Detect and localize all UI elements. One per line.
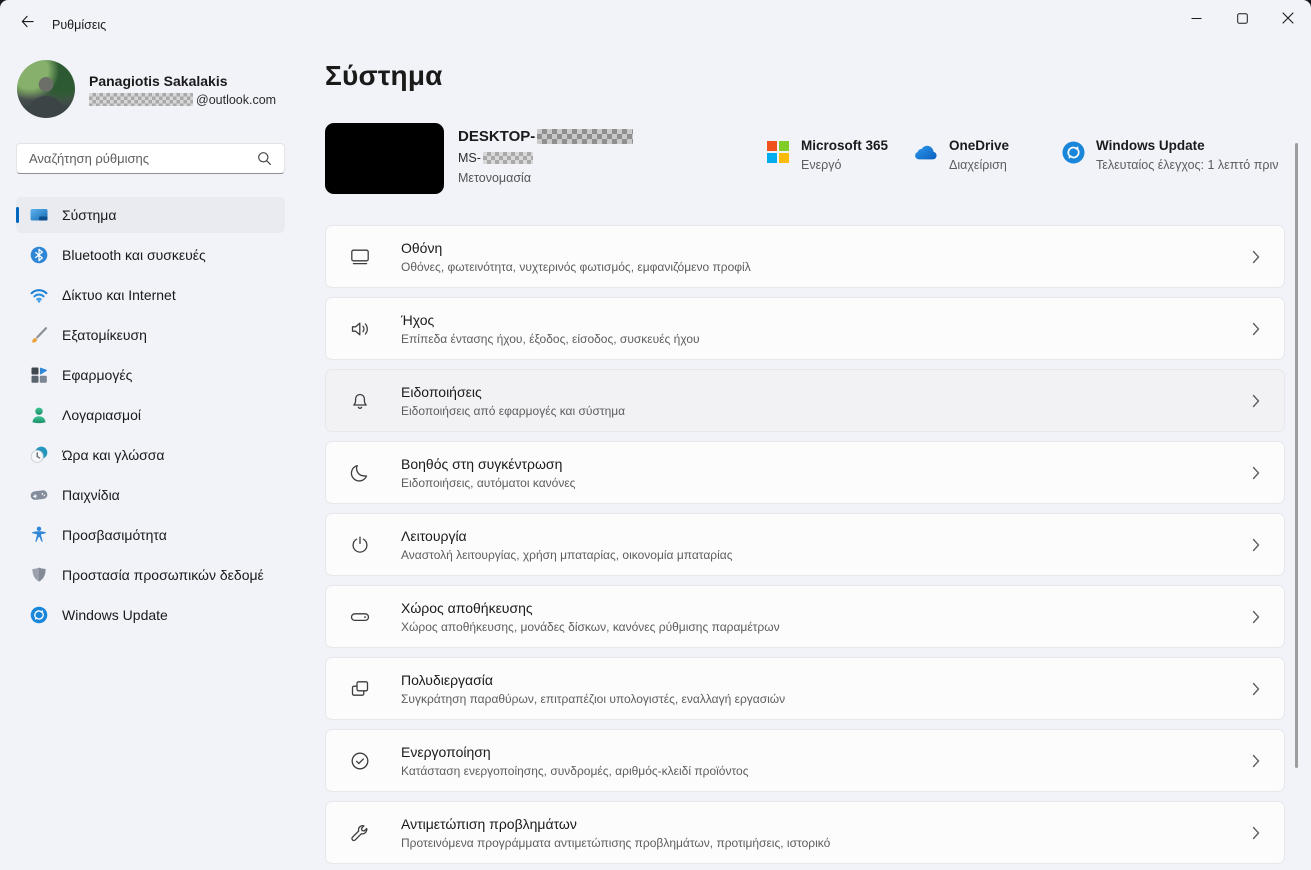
chevron-right-icon bbox=[1252, 322, 1260, 336]
wrench-icon bbox=[347, 820, 373, 846]
main-content: Σύστημα DESKTOP- MS- Μετονομασία Microso… bbox=[325, 48, 1311, 870]
minimize-icon bbox=[1191, 11, 1202, 29]
profile-name: Panagiotis Sakalakis bbox=[89, 72, 228, 89]
chevron-right-icon bbox=[1252, 538, 1260, 552]
accessibility-icon bbox=[29, 525, 49, 545]
card-troubleshoot[interactable]: Αντιμετώπιση προβλημάτων Προτεινόμενα πρ… bbox=[325, 801, 1285, 864]
maximize-button[interactable] bbox=[1219, 0, 1265, 40]
sidebar-item-gaming[interactable]: Παιχνίδια bbox=[16, 477, 285, 513]
titlebar: Ρυθμίσεις bbox=[0, 0, 1311, 48]
maximize-icon bbox=[1236, 11, 1248, 29]
minimize-button[interactable] bbox=[1173, 0, 1219, 40]
page-title: Σύστημα bbox=[325, 60, 443, 91]
avatar bbox=[17, 60, 75, 118]
sidebar-item-bluetooth[interactable]: Bluetooth και συσκευές bbox=[16, 237, 285, 273]
quick-windows-update[interactable]: Windows Update Τελευταίος έλεγχος: 1 λεπ… bbox=[1060, 137, 1279, 172]
sidebar-item-time-language[interactable]: Ώρα και γλώσσα bbox=[16, 437, 285, 473]
privacy-shield-icon bbox=[29, 565, 49, 585]
moon-icon bbox=[347, 460, 373, 486]
search-box bbox=[16, 143, 285, 174]
device-name: DESKTOP- bbox=[458, 128, 634, 145]
sidebar-item-system[interactable]: Σύστημα bbox=[16, 197, 285, 233]
bell-icon bbox=[347, 388, 373, 414]
windows-update-icon bbox=[29, 605, 49, 625]
onedrive-cloud-icon bbox=[913, 139, 939, 165]
redacted-email bbox=[89, 93, 193, 106]
selection-indicator bbox=[16, 207, 19, 223]
card-multitasking[interactable]: Πολυδιεργασία Συγκράτηση παραθύρων, επιτ… bbox=[325, 657, 1285, 720]
profile-email: @outlook.com bbox=[89, 93, 276, 107]
card-sound[interactable]: Ήχος Επίπεδα έντασης ήχου, έξοδος, είσοδ… bbox=[325, 297, 1285, 360]
card-storage[interactable]: Χώρος αποθήκευσης Χώρος αποθήκευσης, μον… bbox=[325, 585, 1285, 648]
quick-onedrive[interactable]: OneDrive Διαχείριση bbox=[913, 137, 1009, 172]
network-icon bbox=[29, 285, 49, 305]
apps-icon bbox=[29, 365, 49, 385]
chevron-right-icon bbox=[1252, 610, 1260, 624]
bluetooth-icon bbox=[29, 245, 49, 265]
sidebar-item-accessibility[interactable]: Προσβασιμότητα bbox=[16, 517, 285, 553]
card-focus-assist[interactable]: Βοηθός στη συγκέντρωση Ειδοποιήσεις, αυτ… bbox=[325, 441, 1285, 504]
card-notifications[interactable]: Ειδοποιήσεις Ειδοποιήσεις από εφαρμογές … bbox=[325, 369, 1285, 432]
personalization-icon bbox=[29, 325, 49, 345]
settings-window: Ρυθμίσεις Panagiotis Sakalakis @outlook.… bbox=[0, 0, 1311, 870]
multitask-windows-icon bbox=[347, 676, 373, 702]
quick-microsoft365[interactable]: Microsoft 365 Ενεργό bbox=[765, 137, 888, 172]
windows-update-status-icon bbox=[1060, 139, 1086, 165]
close-button[interactable] bbox=[1265, 0, 1311, 40]
chevron-right-icon bbox=[1252, 682, 1260, 696]
sidebar-item-apps[interactable]: Εφαρμογές bbox=[16, 357, 285, 393]
card-display[interactable]: Οθόνη Οθόνες, φωτεινότητα, νυχτερινός φω… bbox=[325, 225, 1285, 288]
accounts-icon bbox=[29, 405, 49, 425]
time-language-icon bbox=[29, 445, 49, 465]
device-thumbnail bbox=[325, 123, 444, 194]
settings-card-list: Οθόνη Οθόνες, φωτεινότητα, νυχτερινός φω… bbox=[325, 225, 1285, 870]
device-header: DESKTOP- MS- Μετονομασία Microsoft 365 Ε… bbox=[325, 123, 1285, 195]
system-icon bbox=[29, 205, 49, 225]
device-workgroup: MS- bbox=[458, 151, 633, 165]
search-icon[interactable] bbox=[251, 151, 284, 166]
display-icon bbox=[347, 244, 373, 270]
sound-icon bbox=[347, 316, 373, 342]
close-icon bbox=[1282, 11, 1294, 29]
chevron-right-icon bbox=[1252, 826, 1260, 840]
sidebar-item-privacy[interactable]: Προστασία προσωπικών δεδομέ bbox=[16, 557, 285, 593]
chevron-right-icon bbox=[1252, 394, 1260, 408]
sidebar-item-windows-update[interactable]: Windows Update bbox=[16, 597, 285, 633]
window-title: Ρυθμίσεις bbox=[52, 18, 107, 32]
chevron-right-icon bbox=[1252, 466, 1260, 480]
search-input[interactable] bbox=[17, 151, 251, 166]
redacted-workgroup bbox=[482, 152, 533, 164]
sidebar: Panagiotis Sakalakis @outlook.com Σύστημ… bbox=[0, 48, 312, 870]
sidebar-nav: Σύστημα Bluetooth και συσκευές Δίκτυο κα… bbox=[16, 197, 285, 637]
sidebar-item-accounts[interactable]: Λογαριασμοί bbox=[16, 397, 285, 433]
sidebar-item-label: Σύστημα bbox=[62, 207, 117, 223]
gaming-icon bbox=[29, 485, 49, 505]
redacted-device-name bbox=[537, 129, 634, 144]
sidebar-item-personalization[interactable]: Εξατομίκευση bbox=[16, 317, 285, 353]
card-activation[interactable]: Ενεργοποίηση Κατάσταση ενεργοποίησης, συ… bbox=[325, 729, 1285, 792]
profile-card[interactable]: Panagiotis Sakalakis @outlook.com bbox=[17, 60, 276, 118]
rename-link[interactable]: Μετονομασία bbox=[458, 171, 633, 185]
check-circle-icon bbox=[347, 748, 373, 774]
sidebar-item-network[interactable]: Δίκτυο και Internet bbox=[16, 277, 285, 313]
card-power[interactable]: Λειτουργία Αναστολή λειτουργίας, χρήση μ… bbox=[325, 513, 1285, 576]
back-arrow-icon bbox=[20, 14, 35, 34]
chevron-right-icon bbox=[1252, 754, 1260, 768]
microsoft-logo-icon bbox=[765, 139, 791, 165]
chevron-right-icon bbox=[1252, 250, 1260, 264]
back-button[interactable] bbox=[8, 8, 46, 40]
power-icon bbox=[347, 532, 373, 558]
storage-drive-icon bbox=[347, 604, 373, 630]
vertical-scrollbar[interactable] bbox=[1295, 143, 1298, 768]
